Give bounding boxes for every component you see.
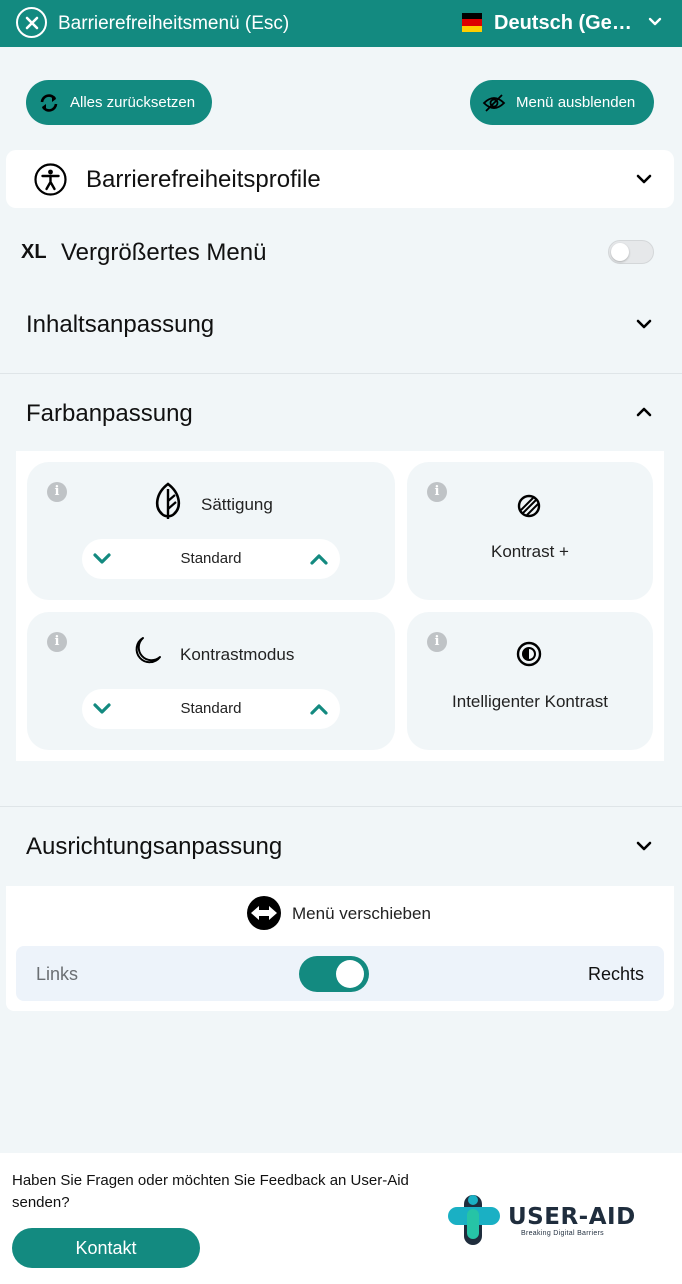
color-adjustment-title[interactable]: Farbanpassung [26, 400, 193, 428]
section-divider [0, 373, 682, 374]
contrast-plus-tile[interactable]: i Kontrast + [407, 462, 653, 600]
contrast-icon [517, 494, 541, 518]
reset-all-label: Alles zurücksetzen [70, 94, 196, 111]
saturation-value: Standard [180, 550, 242, 567]
contrast-plus-label: Kontrast + [491, 542, 569, 561]
menu-position-switch: Links Rechts [16, 946, 664, 1001]
position-right-label[interactable]: Rechts [588, 964, 644, 985]
contrast-mode-stepper: Standard [82, 689, 340, 729]
chevron-down-icon[interactable] [635, 315, 653, 333]
menu-title: Barrierefreiheitsmenü (Esc) [58, 13, 290, 34]
contrast-mode-label: Kontrastmodus [180, 645, 295, 664]
info-icon[interactable]: i [47, 482, 67, 502]
xl-badge: XL [21, 241, 47, 263]
german-flag-icon [462, 13, 482, 32]
logo-tagline: Breaking Digital Barriers [521, 1230, 604, 1237]
close-button[interactable] [16, 7, 47, 38]
logo-wordmark: USER-AID [508, 1204, 636, 1230]
alignment-adjustment-title[interactable]: Ausrichtungsanpassung [26, 833, 282, 861]
user-aid-logo: USER-AID Breaking Digital Barriers [446, 1191, 636, 1247]
enlarged-menu-label: Vergrößertes Menü [61, 239, 267, 266]
chevron-down-icon [636, 174, 652, 184]
feedback-footer: Haben Sie Fragen oder möchten Sie Feedba… [0, 1153, 682, 1284]
half-circle-contrast-icon [516, 641, 542, 667]
color-adjustment-panel: i Sättigung Standard i Kontrast + i Kont… [16, 451, 664, 761]
saturation-tile: i Sättigung Standard [27, 462, 395, 600]
content-adjustment-title[interactable]: Inhaltsanpassung [26, 311, 214, 339]
accessibility-icon [34, 163, 67, 196]
chevron-down-icon[interactable] [647, 14, 663, 30]
close-icon [25, 16, 38, 29]
saturation-label: Sättigung [201, 495, 273, 514]
language-selector[interactable]: Deutsch (German) [494, 12, 634, 35]
refresh-icon [40, 93, 58, 112]
move-menu-label: Menü verschieben [292, 904, 431, 923]
saturation-stepper: Standard [82, 539, 340, 579]
contact-button[interactable]: Kontakt [12, 1228, 200, 1268]
chevron-up-icon[interactable] [309, 700, 329, 718]
position-toggle[interactable] [299, 956, 369, 992]
leaf-icon [155, 482, 181, 519]
chevron-down-icon[interactable] [635, 837, 653, 855]
toggle-knob [336, 960, 364, 988]
move-arrows-icon [247, 896, 281, 930]
profiles-title: Barrierefreiheitsprofile [86, 166, 321, 193]
menu-header: Barrierefreiheitsmenü (Esc) Deutsch (Ger… [0, 0, 682, 47]
profiles-accordion[interactable]: Barrierefreiheitsprofile [6, 150, 674, 208]
info-icon[interactable]: i [427, 632, 447, 652]
user-aid-logo-icon [448, 1195, 500, 1245]
smart-contrast-tile[interactable]: i Intelligenter Kontrast [407, 612, 653, 750]
reset-all-button[interactable]: Alles zurücksetzen [26, 80, 212, 125]
chevron-up-icon[interactable] [309, 550, 329, 568]
info-icon[interactable]: i [47, 632, 67, 652]
moon-icon [135, 637, 161, 664]
enlarged-menu-toggle[interactable] [608, 240, 654, 264]
contrast-mode-value: Standard [180, 700, 242, 717]
hide-menu-label: Menü ausblenden [516, 94, 636, 111]
contrast-mode-tile: i Kontrastmodus Standard [27, 612, 395, 750]
section-divider [0, 806, 682, 807]
toggle-knob [611, 243, 629, 261]
feedback-question: Haben Sie Fragen oder möchten Sie Feedba… [12, 1172, 409, 1211]
position-left-label[interactable]: Links [36, 964, 78, 985]
hide-menu-button[interactable]: Menü ausblenden [470, 80, 654, 125]
chevron-up-icon[interactable] [635, 403, 653, 421]
eye-off-icon [482, 93, 506, 112]
info-icon[interactable]: i [427, 482, 447, 502]
smart-contrast-label: Intelligenter Kontrast [452, 692, 608, 711]
